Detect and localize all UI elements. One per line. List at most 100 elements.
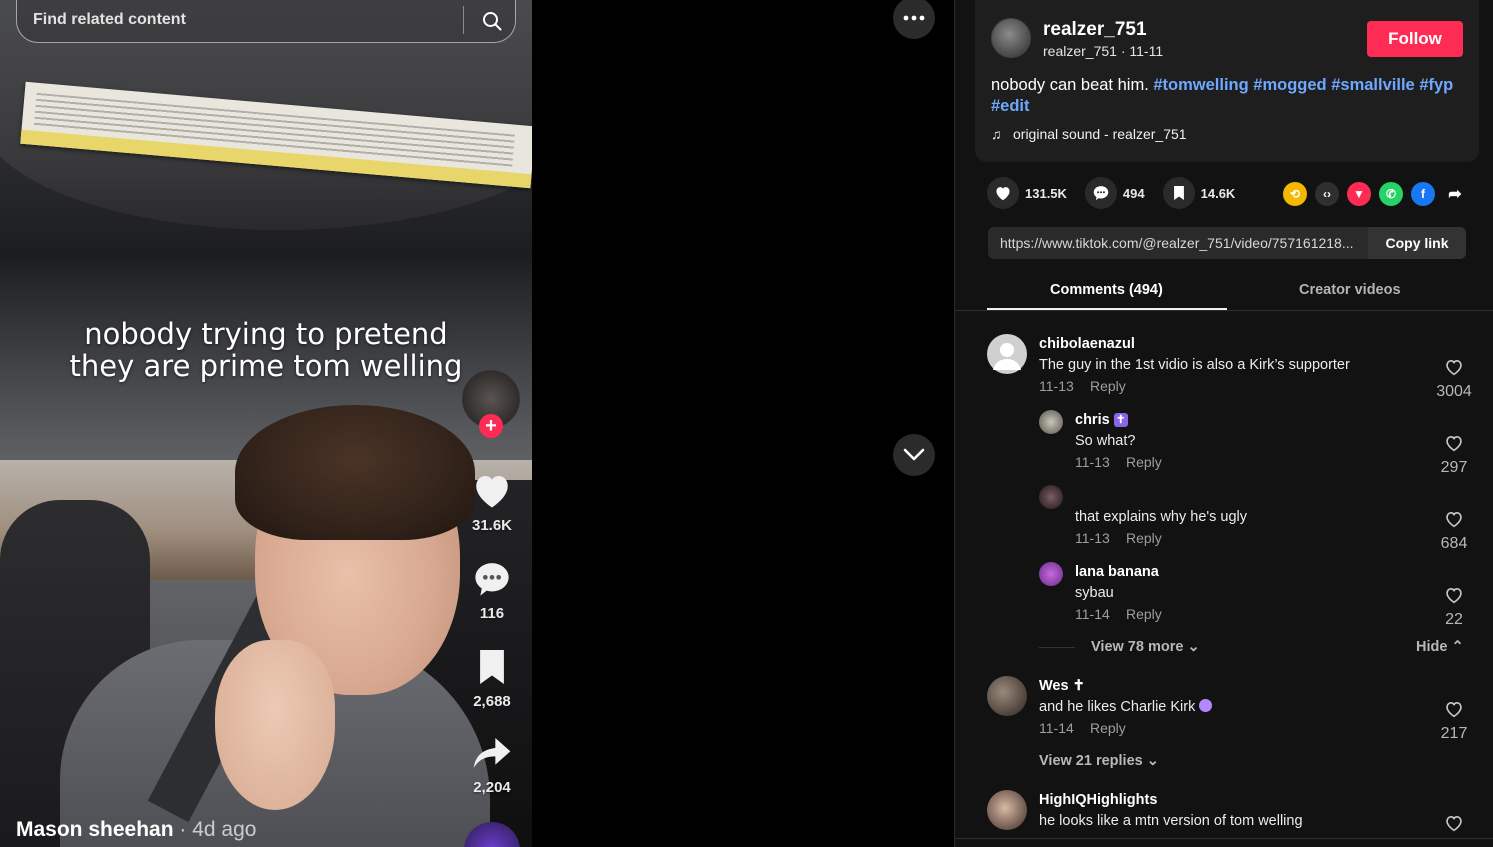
video-share-button[interactable]: 2,204 xyxy=(462,734,522,796)
copy-link-button[interactable]: Copy link xyxy=(1368,227,1466,259)
comment-author[interactable]: HighIQHighlights xyxy=(1039,792,1157,808)
video-save-button[interactable]: 2,688 xyxy=(462,648,522,710)
comment-like-count: 217 xyxy=(1440,725,1468,742)
search-button[interactable] xyxy=(477,6,507,36)
video-share-count: 2,204 xyxy=(473,779,511,796)
hashtag-link[interactable]: #edit xyxy=(991,97,1030,115)
video-like-button[interactable]: 31.6K xyxy=(462,470,522,534)
reply-button[interactable]: Reply xyxy=(1090,378,1126,394)
hashtag-link[interactable]: #tomwelling xyxy=(1153,76,1248,94)
comment-date: 11-14 xyxy=(1075,606,1110,622)
posted-time: · 4d ago xyxy=(179,818,257,841)
hide-replies-button[interactable]: Hide ⌃ xyxy=(1416,639,1464,655)
comment-icon xyxy=(1093,186,1109,201)
comment-author[interactable]: Wes ✝ xyxy=(1039,678,1085,694)
reply-button[interactable]: Reply xyxy=(1126,606,1162,622)
video-credit: Mason sheehan · 4d ago xyxy=(16,818,256,842)
facebook-icon[interactable]: f xyxy=(1411,182,1435,206)
overlay-line: nobody trying to pretend xyxy=(84,317,448,351)
comment-like-count: 684 xyxy=(1440,535,1468,552)
comment-text: sybau xyxy=(1075,585,1114,601)
tab-comments[interactable]: Comments (494) xyxy=(1050,282,1163,298)
heart-outline-icon xyxy=(1446,436,1462,452)
comment-text: The guy in the 1st vidio is also a Kirk’… xyxy=(1039,357,1350,373)
comment-date: 11-13 xyxy=(1075,454,1110,470)
comment-text: he looks like a mtn version of tom welli… xyxy=(1039,813,1303,829)
follow-plus-icon[interactable]: + xyxy=(479,414,503,438)
view-replies-button[interactable]: View 21 replies ⌄ xyxy=(1039,753,1159,769)
comment-like-button[interactable]: 3004 xyxy=(1434,358,1474,401)
send-icon[interactable]: ▼ xyxy=(1347,182,1371,206)
heart-outline-icon xyxy=(1446,588,1462,604)
follow-button[interactable]: Follow xyxy=(1367,21,1463,57)
comment-like-button[interactable]: 217 xyxy=(1434,700,1474,743)
sound-link[interactable]: ♫ original sound - realzer_751 xyxy=(991,126,1187,142)
post-save-button[interactable]: 14.6K xyxy=(1162,177,1236,209)
post-comment-count: 494 xyxy=(1122,185,1145,201)
heart-icon xyxy=(996,187,1010,201)
side-panel: realzer_751 realzer_751 · 11-11 Follow n… xyxy=(954,0,1493,847)
caption-text: nobody can beat him. xyxy=(991,76,1154,94)
post-like-button[interactable]: 131.5K xyxy=(987,177,1067,209)
post-like-count: 131.5K xyxy=(1025,185,1067,201)
more-icon xyxy=(903,15,925,21)
avatar[interactable] xyxy=(987,790,1027,830)
author-meta: realzer_751 · 11-11 xyxy=(1043,43,1164,59)
share-icon[interactable]: ➦ xyxy=(1443,182,1467,206)
avatar[interactable] xyxy=(987,334,1027,374)
video-comment-button[interactable]: 116 xyxy=(462,560,522,622)
whatsapp-icon[interactable]: ✆ xyxy=(1379,182,1403,206)
search-bar[interactable] xyxy=(16,0,516,43)
tab-creator-videos[interactable]: Creator videos xyxy=(1299,282,1401,298)
comment-like-button[interactable] xyxy=(1434,814,1474,837)
heart-outline-icon xyxy=(1446,512,1462,528)
thread-line xyxy=(1039,647,1075,648)
hashtag-link[interactable]: #fyp xyxy=(1419,76,1453,94)
heart-outline-icon xyxy=(1446,702,1462,718)
person-hand xyxy=(215,640,335,810)
embed-icon[interactable]: ‹› xyxy=(1315,182,1339,206)
chevron-up-icon: ⌃ xyxy=(1451,639,1464,655)
search-icon xyxy=(483,12,502,31)
creator-name[interactable]: Mason sheehan xyxy=(16,818,174,841)
more-options-button[interactable] xyxy=(893,0,935,39)
video-player[interactable]: nobody trying to pretend they are prime … xyxy=(0,0,532,847)
comment-like-button[interactable]: 684 xyxy=(1434,510,1474,553)
comment-author[interactable]: chibolaenazul xyxy=(1039,336,1135,352)
next-video-button[interactable] xyxy=(893,434,935,476)
avatar[interactable] xyxy=(987,676,1027,716)
avatar[interactable] xyxy=(1039,485,1063,509)
reply-button[interactable]: Reply xyxy=(1126,454,1162,470)
hashtag-link[interactable]: #mogged xyxy=(1253,76,1326,94)
view-more-label: View 78 more xyxy=(1091,639,1184,655)
avatar[interactable] xyxy=(1039,562,1063,586)
comment-date: 11-13 xyxy=(1039,378,1074,394)
hashtag-link[interactable]: #smallville xyxy=(1331,76,1414,94)
post-save-count: 14.6K xyxy=(1200,185,1236,201)
comment-like-button[interactable]: 297 xyxy=(1434,434,1474,477)
reply-button[interactable]: Reply xyxy=(1126,530,1162,546)
share-icons: ⟲ ‹› ▼ ✆ f ➦ xyxy=(1283,182,1475,206)
view-more-replies-button[interactable]: View 78 more ⌄ xyxy=(1091,639,1200,655)
video-overlay-text: nobody trying to pretend they are prime … xyxy=(0,318,532,382)
comment-author[interactable]: lana banana xyxy=(1075,564,1159,580)
music-note-icon: ♫ xyxy=(991,126,1002,142)
avatar[interactable] xyxy=(1039,410,1063,434)
comment-author[interactable]: chris ✝ xyxy=(1075,412,1128,428)
post-comment-button[interactable]: 494 xyxy=(1084,177,1145,209)
bookmark-icon xyxy=(1173,186,1184,200)
video-url[interactable]: https://www.tiktok.com/@realzer_751/vide… xyxy=(1000,235,1362,251)
heart-outline-icon xyxy=(1446,816,1462,832)
comment-input-divider xyxy=(955,838,1493,839)
comment-icon xyxy=(475,563,509,596)
reply-button[interactable]: Reply xyxy=(1090,720,1126,736)
person-hair xyxy=(235,405,475,540)
author-username[interactable]: realzer_751 xyxy=(1043,19,1147,41)
comment-like-count: 3004 xyxy=(1436,383,1472,400)
repost-icon[interactable]: ⟲ xyxy=(1283,182,1307,206)
author-name: chris xyxy=(1075,412,1110,428)
author-avatar[interactable] xyxy=(991,18,1031,58)
search-input[interactable] xyxy=(33,6,453,34)
comment-like-button[interactable]: 22 xyxy=(1434,586,1474,629)
heart-icon xyxy=(476,476,508,508)
